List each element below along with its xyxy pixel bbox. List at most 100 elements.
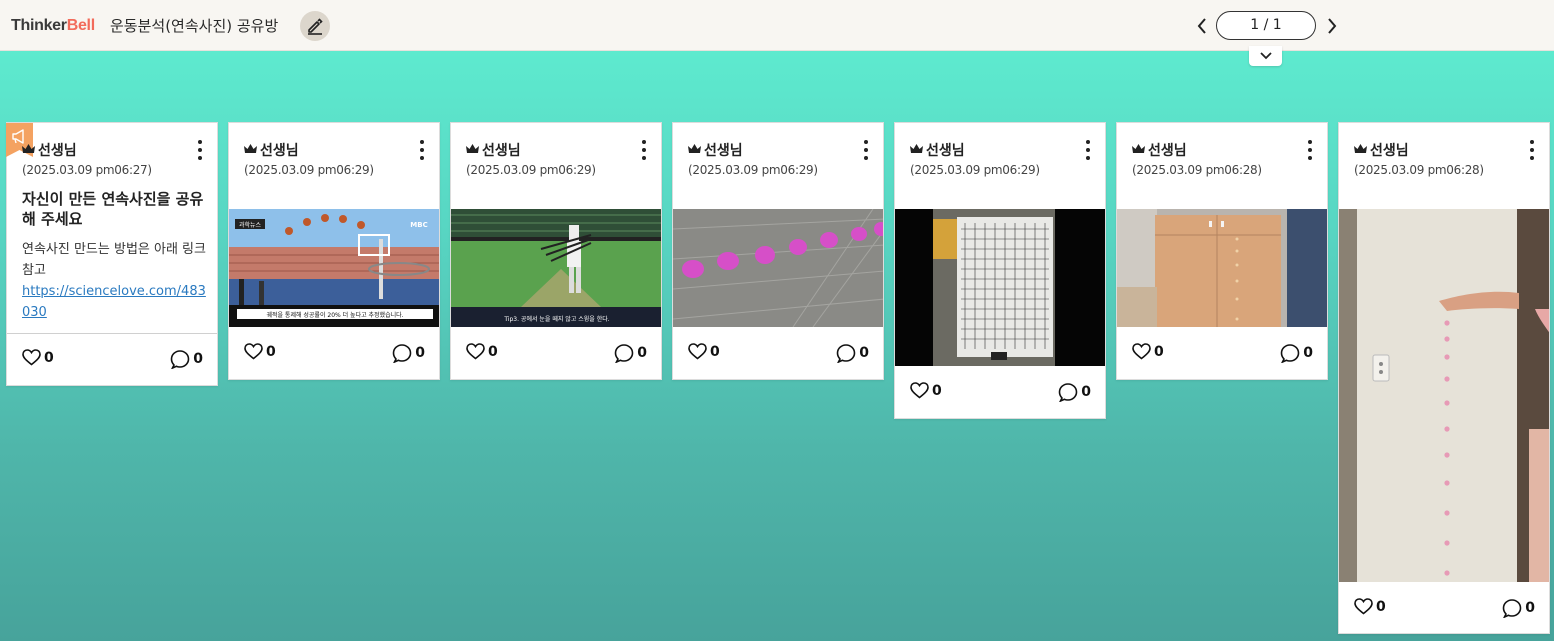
post-date: (2025.03.09 pm06:29) bbox=[244, 163, 374, 177]
like-button[interactable]: 0 bbox=[910, 382, 942, 399]
post-menu-button[interactable] bbox=[195, 140, 205, 160]
post-image-basketball[interactable]: 과학뉴스 MBC 궤적을 통제해 성공률이 20% 더 높다고 추정했습니다. bbox=[229, 209, 439, 327]
post-card[interactable]: 선생님 (2025.03.09 pm06:29) 0 0 bbox=[894, 122, 1106, 419]
heart-icon bbox=[244, 343, 263, 360]
post-image-wall[interactable] bbox=[1339, 209, 1549, 582]
post-image-cabinet[interactable] bbox=[1117, 209, 1327, 327]
comment-button[interactable]: 0 bbox=[614, 343, 647, 363]
post-author: 선생님 bbox=[260, 143, 299, 159]
pink-ball-sequence-image bbox=[673, 209, 883, 327]
chevron-right-icon bbox=[1328, 18, 1337, 34]
post-date: (2025.03.09 pm06:28) bbox=[1132, 163, 1262, 177]
crown-icon bbox=[1354, 144, 1367, 153]
post-date: (2025.03.09 pm06:29) bbox=[688, 163, 818, 177]
post-date: (2025.03.09 pm06:29) bbox=[466, 163, 596, 177]
post-image-grid-board[interactable] bbox=[895, 209, 1105, 366]
like-button[interactable]: 0 bbox=[1132, 343, 1164, 360]
comment-icon bbox=[170, 350, 190, 369]
comment-count: 0 bbox=[1303, 345, 1313, 361]
crown-icon bbox=[910, 144, 923, 153]
comment-button[interactable]: 0 bbox=[1280, 343, 1313, 363]
image-news-tag: 과학뉴스 bbox=[239, 221, 262, 229]
edit-board-button[interactable] bbox=[300, 11, 330, 41]
like-button[interactable]: 0 bbox=[1354, 598, 1386, 615]
board-title: 운동분석(연속사진) 공유방 bbox=[110, 17, 279, 35]
chevron-left-icon bbox=[1197, 18, 1206, 34]
post-card[interactable]: 선생님 (2025.03.09 pm06:28) 0 0 bbox=[1116, 122, 1328, 380]
crown-icon bbox=[22, 144, 35, 153]
comment-icon bbox=[1280, 344, 1300, 363]
prev-page-button[interactable] bbox=[1192, 14, 1212, 38]
page-indicator[interactable]: 1 / 1 bbox=[1216, 11, 1316, 40]
post-menu-button[interactable] bbox=[1083, 140, 1093, 160]
like-button[interactable]: 0 bbox=[22, 349, 54, 366]
top-bar: ThinkerBell 운동분석(연속사진) 공유방 1 / 1 bbox=[0, 0, 1554, 51]
post-menu-button[interactable] bbox=[1305, 140, 1315, 160]
image-caption: Tip3. 공에서 눈을 떼지 않고 스윙을 한다. bbox=[503, 315, 609, 323]
post-menu-button[interactable] bbox=[639, 140, 649, 160]
thinkerbell-logo[interactable]: ThinkerBell bbox=[11, 17, 95, 35]
comment-count: 0 bbox=[415, 345, 425, 361]
next-page-button[interactable] bbox=[1322, 14, 1342, 38]
post-author: 선생님 bbox=[482, 143, 521, 159]
post-author: 선생님 bbox=[38, 143, 77, 159]
like-count: 0 bbox=[1154, 343, 1164, 360]
comment-button[interactable]: 0 bbox=[392, 343, 425, 363]
post-image-pink-balls[interactable] bbox=[673, 209, 883, 327]
comment-icon bbox=[836, 344, 856, 363]
grid-board-sequence-image bbox=[895, 209, 1105, 366]
heart-icon bbox=[910, 382, 929, 399]
heart-icon bbox=[1354, 598, 1373, 615]
comment-button[interactable]: 0 bbox=[836, 343, 869, 363]
comment-count: 0 bbox=[193, 351, 203, 367]
post-author: 선생님 bbox=[704, 143, 743, 159]
post-author: 선생님 bbox=[1148, 143, 1187, 159]
comment-icon bbox=[614, 344, 634, 363]
image-caption: 궤적을 통제해 성공률이 20% 더 높다고 추정했습니다. bbox=[266, 311, 403, 319]
post-author: 선생님 bbox=[1370, 143, 1409, 159]
heart-icon bbox=[22, 349, 41, 366]
card-divider bbox=[7, 333, 217, 334]
crown-icon bbox=[1132, 144, 1145, 153]
post-menu-button[interactable] bbox=[417, 140, 427, 160]
post-title: 자신이 만든 연속사진을 공유해 주세요 bbox=[22, 190, 204, 228]
crown-icon bbox=[688, 144, 701, 153]
pencil-icon bbox=[308, 18, 323, 35]
post-date: (2025.03.09 pm06:27) bbox=[22, 163, 152, 177]
basketball-sequence-image: 과학뉴스 MBC 궤적을 통제해 성공률이 20% 더 높다고 추정했습니다. bbox=[229, 209, 439, 327]
falling-ball-cabinet-image bbox=[1117, 209, 1327, 327]
comment-icon bbox=[1502, 599, 1522, 618]
post-card[interactable]: 선생님 (2025.03.09 pm06:29) 0 0 bbox=[672, 122, 884, 380]
post-menu-button[interactable] bbox=[861, 140, 871, 160]
comment-button[interactable]: 0 bbox=[1502, 598, 1535, 618]
like-count: 0 bbox=[1376, 598, 1386, 615]
comment-button[interactable]: 0 bbox=[170, 349, 203, 369]
post-date: (2025.03.09 pm06:29) bbox=[910, 163, 1040, 177]
crown-icon bbox=[466, 144, 479, 153]
baseball-sequence-image: Tip3. 공에서 눈을 떼지 않고 스윙을 한다. bbox=[451, 209, 661, 327]
image-logo-text: MBC bbox=[410, 221, 427, 229]
like-count: 0 bbox=[488, 343, 498, 360]
post-card[interactable]: 선생님 (2025.03.09 pm06:28) 0 0 bbox=[1338, 122, 1550, 634]
heart-icon bbox=[1132, 343, 1151, 360]
like-button[interactable]: 0 bbox=[244, 343, 276, 360]
like-button[interactable]: 0 bbox=[688, 343, 720, 360]
post-link[interactable]: https://sciencelove.com/483030 bbox=[22, 284, 206, 320]
post-image-baseball[interactable]: Tip3. 공에서 눈을 떼지 않고 스윙을 한다. bbox=[451, 209, 661, 327]
post-card[interactable]: 선생님 (2025.03.09 pm06:29) 과학뉴스 MBC 궤적을 통제… bbox=[228, 122, 440, 380]
comment-count: 0 bbox=[1081, 384, 1091, 400]
crown-icon bbox=[244, 144, 257, 153]
like-count: 0 bbox=[710, 343, 720, 360]
falling-ball-wall-image bbox=[1339, 209, 1549, 582]
comment-button[interactable]: 0 bbox=[1058, 382, 1091, 402]
post-date: (2025.03.09 pm06:28) bbox=[1354, 163, 1484, 177]
chevron-down-icon bbox=[1259, 52, 1272, 60]
like-button[interactable]: 0 bbox=[466, 343, 498, 360]
heart-icon bbox=[466, 343, 485, 360]
comment-count: 0 bbox=[637, 345, 647, 361]
post-card-notice[interactable]: 선생님 (2025.03.09 pm06:27) 자신이 만든 연속사진을 공유… bbox=[6, 122, 218, 386]
post-card[interactable]: 선생님 (2025.03.09 pm06:29) Tip3. 공에서 눈을 떼지… bbox=[450, 122, 662, 380]
collapse-header-button[interactable] bbox=[1249, 46, 1282, 66]
post-menu-button[interactable] bbox=[1527, 140, 1537, 160]
post-author: 선생님 bbox=[926, 143, 965, 159]
